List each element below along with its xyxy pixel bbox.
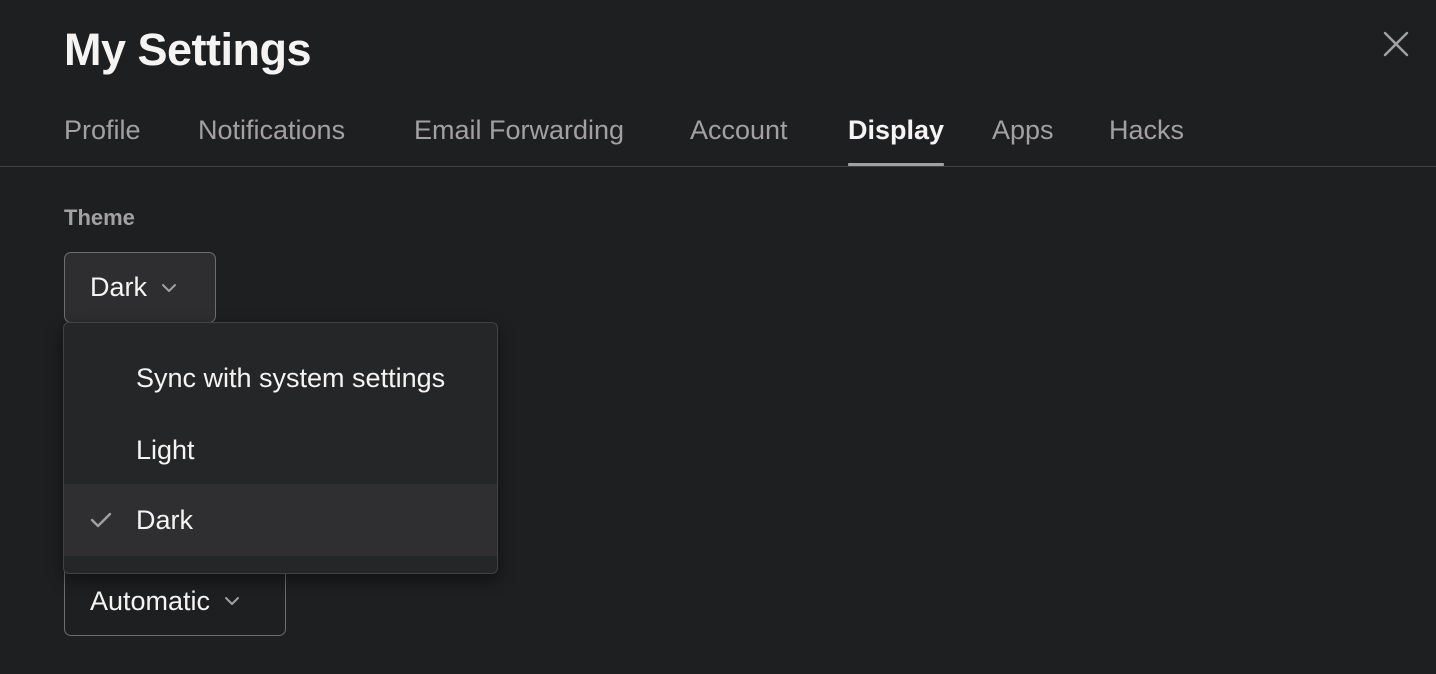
menu-item-sync-system[interactable]: Sync with system settings	[64, 342, 497, 414]
automatic-select[interactable]: Automatic	[64, 566, 286, 636]
page-title: My Settings	[64, 24, 312, 75]
theme-select-value: Dark	[90, 272, 148, 302]
tab-apps[interactable]: Apps	[992, 114, 1054, 166]
chevron-down-icon	[161, 283, 177, 293]
menu-item-dark[interactable]: Dark	[64, 484, 497, 556]
theme-select[interactable]: Dark	[64, 252, 216, 323]
chevron-down-icon	[224, 596, 240, 606]
tab-hacks[interactable]: Hacks	[1109, 114, 1184, 166]
check-icon	[88, 507, 114, 533]
menu-item-light[interactable]: Light	[64, 414, 497, 486]
menu-item-label: Sync with system settings	[136, 362, 446, 393]
automatic-select-value: Automatic	[90, 585, 211, 616]
close-icon	[1382, 30, 1410, 63]
theme-label: Theme	[64, 205, 135, 230]
close-button[interactable]	[1374, 24, 1418, 68]
tab-email-forwarding[interactable]: Email Forwarding	[414, 114, 624, 166]
theme-dropdown-menu: Sync with system settings Light Dark	[63, 322, 498, 574]
tab-notifications[interactable]: Notifications	[198, 114, 345, 166]
settings-tabs: Profile Notifications Email Forwarding A…	[0, 100, 1436, 167]
menu-item-label: Dark	[136, 504, 194, 535]
menu-item-label: Light	[136, 434, 195, 465]
tab-account[interactable]: Account	[690, 114, 788, 166]
tab-profile[interactable]: Profile	[64, 114, 141, 166]
settings-dialog: My Settings Profile Notifications Email …	[0, 0, 1436, 674]
tab-display[interactable]: Display	[848, 114, 945, 166]
